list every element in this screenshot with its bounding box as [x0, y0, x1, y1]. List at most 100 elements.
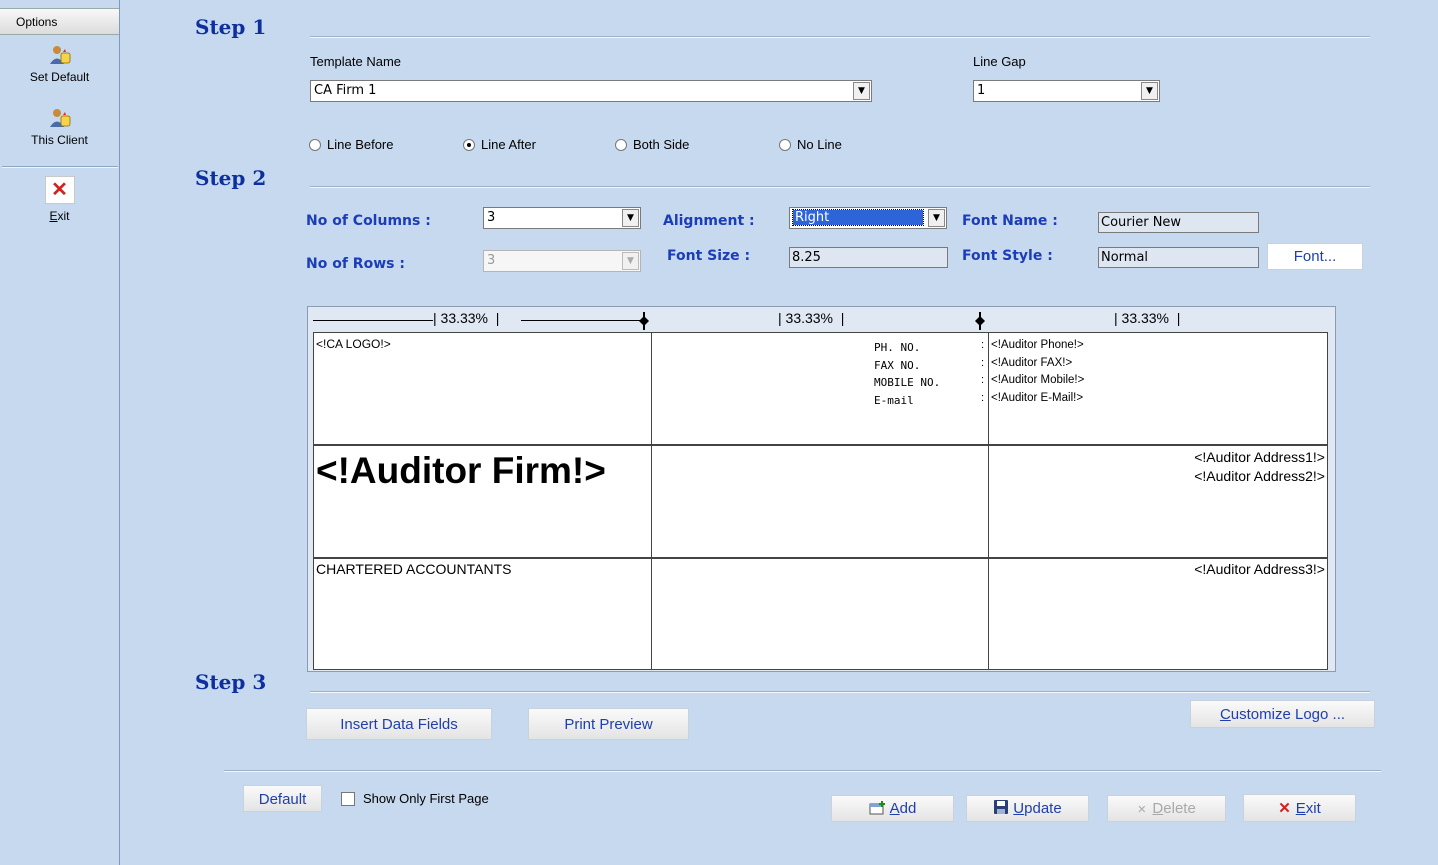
delete-label: Delete	[1152, 800, 1196, 817]
fax-label: FAX NO.	[874, 358, 921, 372]
radio-indicator	[463, 139, 475, 151]
radio-both-side[interactable]: Both Side	[615, 137, 689, 152]
step2-title: Step 2	[195, 166, 267, 190]
font-name-label: Font Name :	[962, 213, 1058, 229]
insert-data-fields-button[interactable]: Insert Data Fields	[306, 708, 492, 740]
show-first-page-checkbox[interactable]: Show Only First Page	[341, 791, 489, 806]
alignment-select[interactable]: Right ▼	[789, 207, 947, 229]
set-default-label: Set Default	[29, 70, 90, 84]
font-size-label: Font Size :	[667, 248, 751, 264]
radio-indicator	[779, 139, 791, 151]
print-preview-button[interactable]: Print Preview	[528, 708, 689, 740]
chevron-down-icon[interactable]: ▼	[928, 209, 945, 227]
step3-divider	[310, 691, 1370, 693]
add-button[interactable]: Add	[831, 795, 954, 822]
show-first-page-label: Show Only First Page	[363, 791, 489, 806]
columns-value: 3	[487, 210, 496, 225]
auditor-firm-field: <!Auditor Firm!>	[316, 450, 606, 491]
sidebar-exit-button[interactable]: ✕ Exit	[0, 176, 119, 223]
radio-label: Line After	[481, 137, 536, 152]
auditor-email-field: <!Auditor E-Mail!>	[991, 391, 1084, 404]
line-gap-select[interactable]: 1 ▼	[973, 80, 1160, 102]
exit-button[interactable]: ✕ Exit	[1243, 794, 1356, 822]
chevron-down-icon[interactable]: ▼	[853, 82, 870, 100]
save-disk-icon	[993, 798, 1009, 814]
radio-indicator	[309, 139, 321, 151]
contact-colons: ::::	[981, 339, 985, 404]
radio-line-before[interactable]: Line Before	[309, 137, 394, 152]
ruler-line	[313, 320, 433, 321]
chevron-down-icon[interactable]: ▼	[622, 209, 639, 227]
grid-cell-r1c3[interactable]: <!Auditor Phone!> <!Auditor FAX!> <!Audi…	[989, 333, 1327, 446]
grid-cell-r3c3[interactable]: <!Auditor Address3!>	[989, 559, 1327, 669]
font-style-label: Font Style :	[962, 248, 1053, 264]
phone-label: PH. NO.	[874, 341, 921, 354]
radio-line-after[interactable]: Line After	[463, 137, 536, 152]
column-width-2: | 33.33% |	[778, 310, 845, 326]
template-name-select[interactable]: CA Firm 1 ▼	[310, 80, 872, 102]
auditor-fax-field: <!Auditor FAX!>	[991, 356, 1073, 369]
grid-cell-r1c2[interactable]: PH. NO. FAX NO. MOBILE NO. E-mail ::::	[652, 333, 989, 446]
grid-cell-r1c1[interactable]: <!CA LOGO!>	[314, 333, 652, 446]
auditor-address1-field: <!Auditor Address1!>	[1194, 449, 1325, 465]
template-name-value: CA Firm 1	[314, 83, 377, 98]
columns-label: No of Columns :	[306, 213, 431, 229]
customize-logo-button[interactable]: Customize Logo ...	[1190, 700, 1375, 728]
delete-button[interactable]: ✕ Delete	[1107, 795, 1226, 822]
column-width-1: | 33.33% |	[433, 310, 500, 326]
close-icon: ✕	[44, 176, 75, 204]
chevron-down-icon[interactable]: ▼	[1141, 82, 1158, 100]
step2-divider	[310, 186, 1370, 188]
template-grid: <!CA LOGO!> PH. NO. FAX NO. MOBILE NO. E…	[313, 332, 1328, 670]
step3-title: Step 3	[195, 670, 267, 694]
grid-cell-r3c2[interactable]	[652, 559, 989, 669]
contact-values: <!Auditor Phone!> <!Auditor FAX!> <!Audi…	[991, 337, 1084, 407]
this-client-label: This Client	[31, 133, 88, 147]
close-icon: ✕	[1278, 800, 1291, 817]
template-name-label: Template Name	[310, 54, 402, 69]
update-button[interactable]: Update	[966, 795, 1089, 822]
line-gap-label: Line Gap	[973, 54, 1026, 69]
user-cursor-icon	[48, 44, 72, 66]
chevron-down-icon: ▼	[622, 252, 639, 270]
radio-label: Both Side	[633, 137, 690, 152]
font-size-field[interactable]: 8.25	[789, 247, 948, 268]
grid-cell-r2c1[interactable]: <!Auditor Firm!>	[314, 446, 652, 559]
radio-label: No Line	[797, 137, 842, 152]
radio-no-line[interactable]: No Line	[779, 137, 842, 152]
alignment-value: Right	[792, 209, 924, 226]
checkbox-box[interactable]	[341, 792, 355, 806]
exit-button-label: Exit	[1295, 800, 1321, 817]
step1-divider	[310, 36, 1370, 38]
exit-label: Exit	[49, 209, 70, 223]
contact-labels: PH. NO. FAX NO. MOBILE NO. E-mail	[874, 339, 940, 409]
grid-cell-r2c3[interactable]: <!Auditor Address1!> <!Auditor Address2!…	[989, 446, 1327, 559]
step1-title: Step 1	[195, 15, 267, 39]
column-ruler: | 33.33% | | 33.33% | | 33.33% |	[313, 310, 1329, 330]
line-gap-value: 1	[977, 83, 986, 98]
grid-cell-r2c2[interactable]	[652, 446, 989, 559]
auditor-address2-field: <!Auditor Address2!>	[1194, 468, 1325, 484]
footer-divider	[224, 770, 1381, 772]
rows-select: 3 ▼	[483, 250, 641, 272]
font-style-field[interactable]: Normal	[1098, 247, 1259, 268]
columns-select[interactable]: 3 ▼	[483, 207, 641, 229]
column-splitter-2[interactable]	[975, 312, 985, 330]
ruler-line	[521, 320, 643, 321]
column-splitter-1[interactable]	[639, 312, 649, 330]
grid-cell-r3c1[interactable]: CHARTERED ACCOUNTANTS	[314, 559, 652, 669]
column-width-3: | 33.33% |	[1114, 310, 1181, 326]
auditor-mobile-field: <!Auditor Mobile!>	[991, 374, 1085, 386]
sidebar-header: Options	[0, 8, 119, 35]
ca-logo-placeholder: <!CA LOGO!>	[316, 337, 391, 351]
delete-icon: ✕	[1137, 804, 1147, 816]
this-client-button[interactable]: This Client	[0, 107, 119, 147]
customize-logo-label: Customize Logo ...	[1219, 706, 1346, 723]
alignment-label: Alignment :	[663, 213, 755, 229]
font-button[interactable]: Font...	[1267, 243, 1363, 270]
default-button[interactable]: Default	[243, 785, 322, 812]
email-label: E-mail	[874, 393, 914, 407]
font-name-field[interactable]: Courier New	[1098, 212, 1259, 233]
chartered-accountants-text: CHARTERED ACCOUNTANTS	[316, 561, 512, 577]
set-default-button[interactable]: Set Default	[0, 44, 119, 84]
